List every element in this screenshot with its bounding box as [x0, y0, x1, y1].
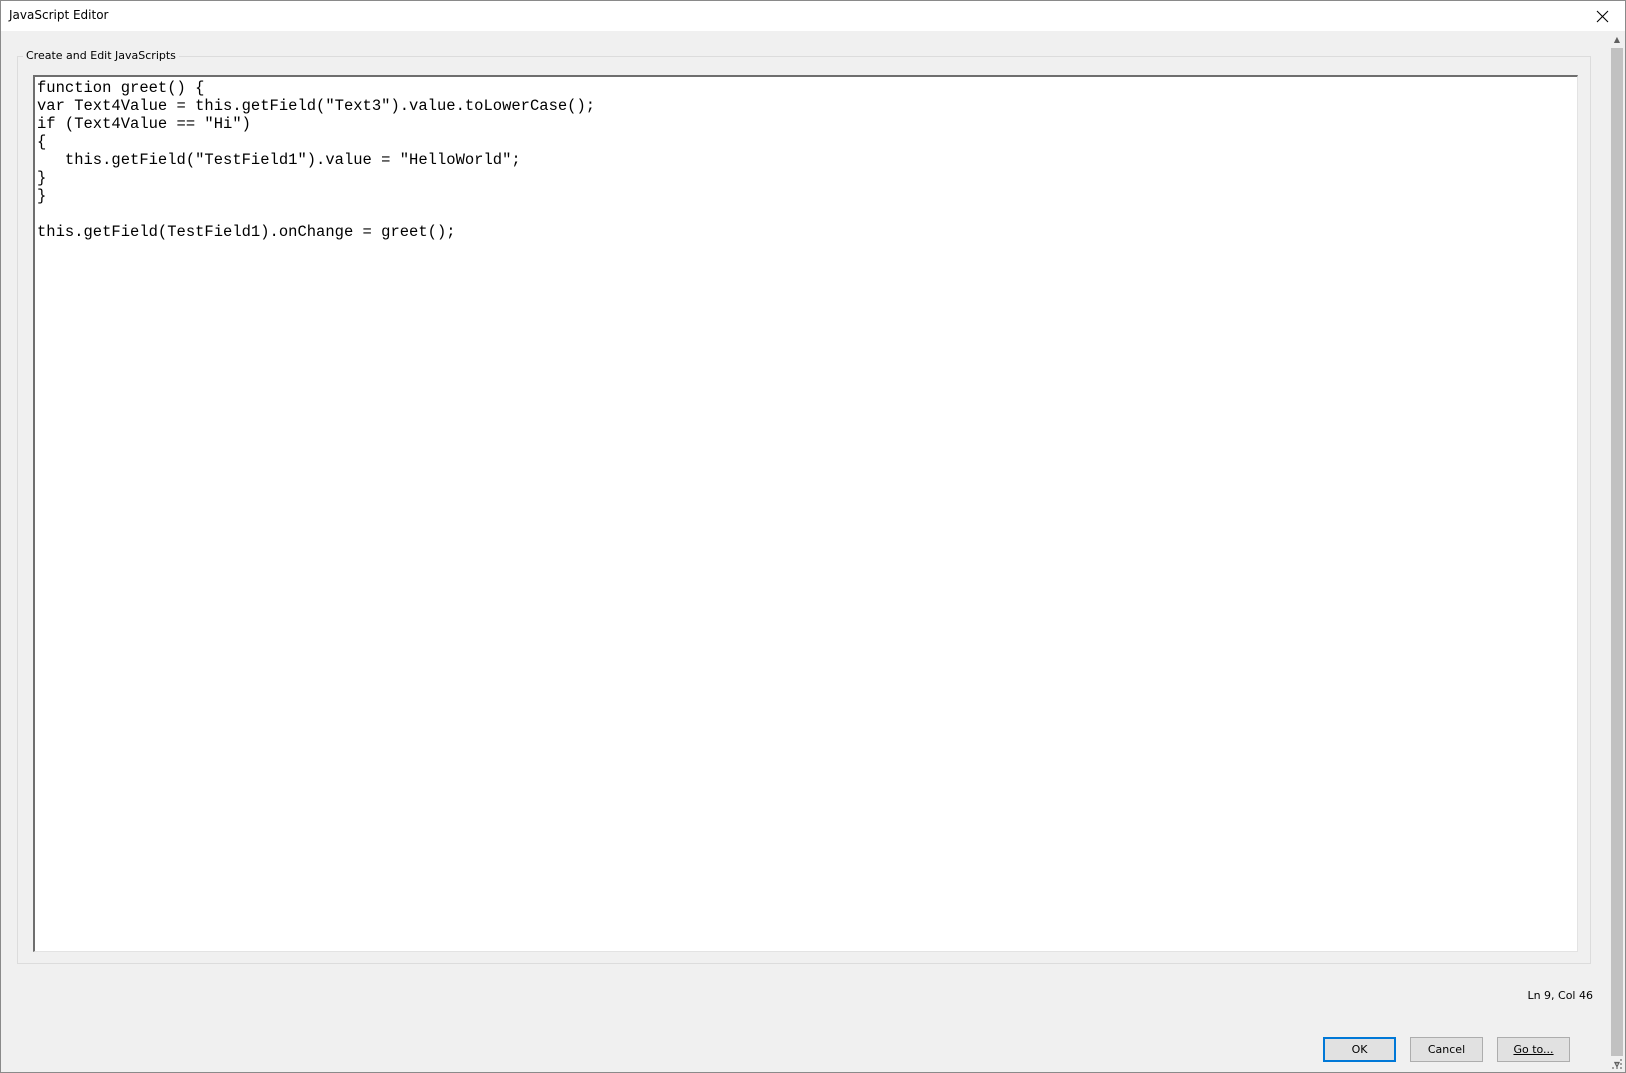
resize-grip-icon[interactable] — [1611, 1058, 1623, 1070]
code-line: this.getField("TestField1").value = "Hel… — [37, 151, 521, 169]
javascript-editor-dialog: JavaScript Editor Create and Edit JavaSc… — [0, 0, 1626, 1073]
code-editor[interactable]: function greet() {var Text4Value = this.… — [33, 75, 1578, 952]
vertical-scrollbar[interactable]: ▲ ▼ — [1609, 31, 1625, 1072]
code-line: var Text4Value = this.getField("Text3").… — [37, 97, 596, 115]
close-button[interactable] — [1579, 1, 1625, 31]
close-icon — [1596, 10, 1608, 22]
scrollbar-thumb[interactable] — [1611, 48, 1623, 1056]
code-line: { — [37, 133, 47, 151]
code-line: function greet() { — [37, 79, 205, 97]
goto-button-label: Go to... — [1513, 1043, 1554, 1056]
cursor-position-status: Ln 9, Col 46 — [1527, 989, 1593, 1002]
code-text[interactable]: function greet() {var Text4Value = this.… — [35, 77, 1577, 241]
cancel-button[interactable]: Cancel — [1410, 1037, 1483, 1062]
scroll-up-icon[interactable]: ▲ — [1609, 31, 1625, 47]
goto-button[interactable]: Go to... — [1497, 1037, 1570, 1062]
window-title: JavaScript Editor — [9, 8, 109, 22]
code-line: if (Text4Value == "Hi") — [37, 115, 251, 133]
title-bar[interactable]: JavaScript Editor — [1, 1, 1625, 31]
groupbox-label: Create and Edit JavaScripts — [23, 49, 179, 62]
code-line: this.getField(TestField1).onChange = gre… — [37, 223, 456, 241]
ok-button[interactable]: OK — [1323, 1037, 1396, 1062]
code-line: } — [37, 169, 47, 187]
code-line: } — [37, 187, 47, 205]
